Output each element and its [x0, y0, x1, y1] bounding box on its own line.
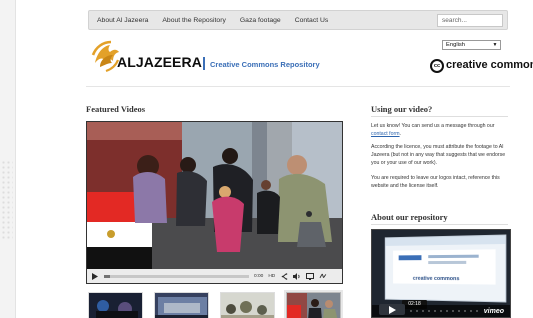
share-icon[interactable]: [280, 272, 288, 280]
vimeo-logo[interactable]: vimeo: [484, 308, 504, 315]
repository-preview-text: creative commons: [412, 275, 460, 283]
al-jazeera-wordmark: ALJAZEERA: [117, 54, 202, 70]
repository-video-player[interactable]: creative commons 02:18 vimeo: [371, 229, 511, 318]
language-value: English: [446, 42, 466, 48]
nav-about-repository[interactable]: About the Repository: [162, 17, 225, 24]
main-content: About Al Jazeera About the Repository Ga…: [16, 0, 533, 318]
left-dot-pattern: [1, 160, 13, 240]
video-time: 0:00: [254, 273, 264, 279]
contact-paragraph: Let us know! You can send us a message t…: [371, 122, 508, 138]
video-thumbnail-1[interactable]: [88, 292, 143, 318]
video-thumbnail-2[interactable]: [154, 292, 209, 318]
attribution-paragraph: According the licence, you must attribut…: [371, 144, 506, 166]
nav-contact-us[interactable]: Contact Us: [295, 17, 329, 24]
language-select[interactable]: English ▼: [442, 40, 501, 50]
repository-video-preview: creative commons: [384, 234, 507, 303]
about-repository-title: About our repository: [371, 212, 448, 222]
cc-icon: cc: [430, 58, 444, 73]
video-thumbnail-4[interactable]: [284, 290, 343, 318]
chevron-down-icon[interactable]: ▼: [491, 41, 499, 49]
volume-icon[interactable]: [293, 272, 301, 280]
featured-video-player[interactable]: 0:00 HD: [86, 121, 343, 284]
video-progress-fill: [104, 274, 110, 278]
page: About Al Jazeera About the Repository Ga…: [0, 0, 533, 318]
creative-commons-logo[interactable]: cc creative commons: [430, 54, 533, 77]
using-video-title: Using our video?: [371, 104, 433, 114]
creative-commons-wordmark: creative commons: [446, 59, 533, 71]
nav-about-al-jazeera[interactable]: About Al Jazeera: [97, 17, 148, 24]
header-separator: [203, 57, 205, 70]
header-divider: [86, 86, 510, 87]
featured-videos-title: Featured Videos: [86, 104, 146, 114]
video-progress-bar[interactable]: [104, 274, 249, 278]
using-video-divider: [371, 116, 508, 117]
search-input[interactable]: search...: [437, 14, 503, 27]
left-decorative-band: [0, 0, 16, 318]
nav-gaza-footage[interactable]: Gaza footage: [240, 17, 281, 24]
contact-form-link[interactable]: contact form: [371, 131, 400, 137]
contact-paragraph-suffix: .: [399, 131, 401, 137]
fullscreen-icon[interactable]: [306, 272, 315, 280]
play-icon: [389, 306, 396, 314]
about-repository-divider: [371, 224, 508, 225]
site-header: ALJAZEERA Creative Commons Repository En…: [88, 34, 533, 94]
video-thumbnail-strip: [88, 290, 345, 318]
hd-label[interactable]: HD: [268, 274, 275, 279]
video-frame[interactable]: [87, 122, 343, 272]
video-thumbnail-3[interactable]: [220, 292, 275, 318]
vimeo-icon[interactable]: [319, 272, 327, 280]
repository-progress-dots[interactable]: [408, 310, 480, 312]
top-navigation: About Al Jazeera About the Repository Ga…: [88, 10, 508, 30]
logo-license-paragraph: You are required to leave our logos inta…: [371, 175, 500, 189]
repository-play-button[interactable]: [379, 304, 405, 315]
repository-title: Creative Commons Repository: [210, 60, 320, 69]
video-controls: 0:00 HD: [87, 269, 342, 283]
contact-paragraph-prefix: Let us know! You can send us a message t…: [371, 123, 495, 129]
play-icon[interactable]: [91, 272, 99, 280]
